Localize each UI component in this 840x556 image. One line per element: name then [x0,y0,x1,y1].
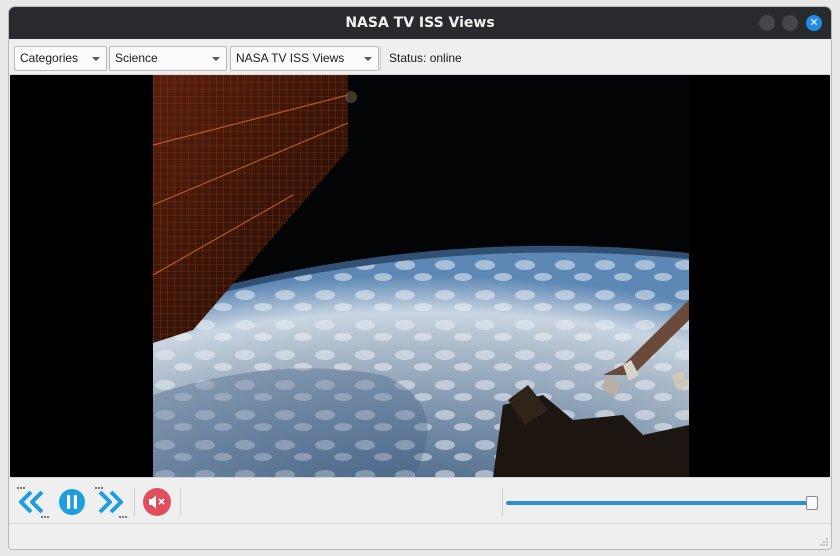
previous-button[interactable] [17,487,47,517]
chevron-down-icon [364,57,372,61]
genre-combo[interactable]: Science [109,46,227,71]
grip-dots [119,516,127,519]
genre-combo-label: Science [115,51,158,65]
chevron-double-left-icon [19,490,44,514]
app-window: NASA TV ISS Views ✕ Categories Science N… [9,7,831,549]
chevron-down-icon [212,57,220,61]
separator [180,488,181,516]
maximize-button[interactable] [782,15,798,31]
status-bar [9,523,831,549]
status-label: Status: online [380,46,462,71]
volume-handle[interactable] [806,496,818,510]
volume-slider[interactable] [506,496,818,510]
chevron-down-icon [92,57,100,61]
categories-combo-label: Categories [20,51,79,65]
resize-grip-icon[interactable] [819,537,829,547]
separator [134,488,135,516]
chevron-double-right-icon [98,490,123,514]
speaker-muted-icon [143,488,171,516]
volume-track [506,501,818,505]
toolbar: Categories Science NASA TV ISS Views Sta… [9,39,831,75]
channel-combo-label: NASA TV ISS Views [236,51,345,65]
minimize-button[interactable] [759,15,775,31]
iss-earth-view-image [153,75,689,477]
video-frame [153,75,689,477]
window-title: NASA TV ISS Views [345,15,495,31]
channel-combo[interactable]: NASA TV ISS Views [230,46,379,71]
playback-controls [9,477,831,523]
pause-button[interactable] [57,487,87,517]
categories-combo[interactable]: Categories [14,46,107,71]
close-button[interactable]: ✕ [806,15,822,31]
pause-icon [59,489,85,515]
next-button[interactable] [95,487,125,517]
title-bar[interactable]: NASA TV ISS Views ✕ [9,7,831,39]
grip-dots [41,516,49,519]
mute-button[interactable] [142,487,172,517]
video-area[interactable] [10,75,830,477]
separator [502,488,503,516]
